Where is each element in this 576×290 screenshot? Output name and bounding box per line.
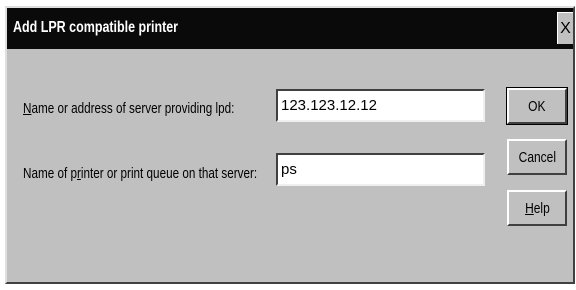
help-label-hotkey: H bbox=[524, 199, 534, 217]
close-button[interactable]: X bbox=[557, 12, 573, 44]
server-address-input[interactable] bbox=[276, 89, 485, 122]
printer-queue-input[interactable] bbox=[276, 153, 485, 186]
close-icon: X bbox=[560, 20, 571, 37]
queue-label: Name of printer or print queue on that s… bbox=[23, 165, 257, 182]
server-label: Name or address of server providing lpd: bbox=[23, 100, 234, 117]
help-button-label: Help bbox=[525, 200, 550, 217]
server-label-hotkey: N bbox=[23, 100, 32, 117]
queue-label-text-post: inter or print queue on that server: bbox=[80, 165, 258, 182]
cancel-button[interactable]: Cancel bbox=[507, 139, 567, 175]
help-label-text: elp bbox=[533, 199, 550, 217]
ok-button[interactable]: OK bbox=[506, 87, 568, 125]
title-bar[interactable]: Add LPR compatible printer X bbox=[7, 8, 573, 49]
server-label-text: ame or address of server providing lpd: bbox=[31, 100, 235, 117]
add-lpr-printer-dialog: Add LPR compatible printer X Name or add… bbox=[5, 6, 575, 284]
queue-label-text-pre: Name of p bbox=[23, 165, 77, 182]
dialog-title: Add LPR compatible printer bbox=[13, 19, 179, 36]
ok-button-label: OK bbox=[528, 97, 546, 115]
cancel-button-label: Cancel bbox=[518, 148, 556, 166]
help-button[interactable]: Help bbox=[507, 190, 567, 226]
